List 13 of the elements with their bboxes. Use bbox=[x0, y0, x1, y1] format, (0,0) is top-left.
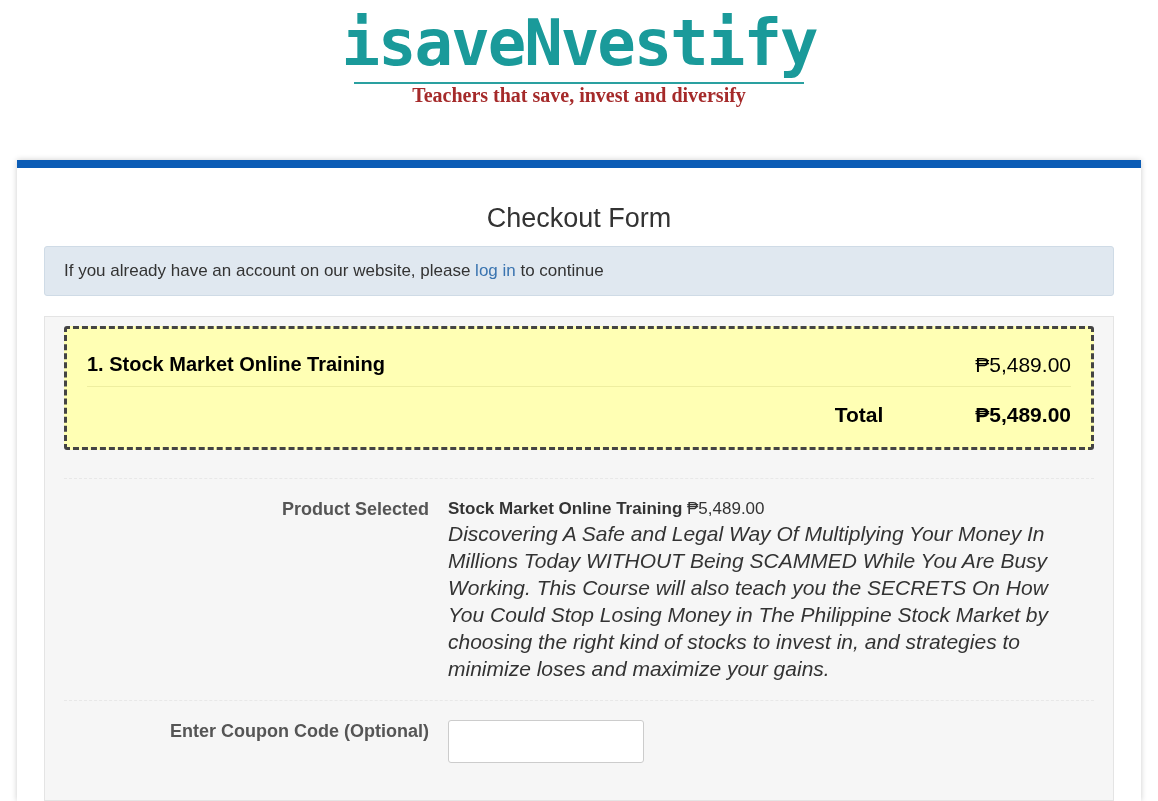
order-item-price: ₱5,489.00 bbox=[975, 351, 1071, 378]
coupon-code-field[interactable] bbox=[448, 719, 644, 763]
login-link[interactable]: log in bbox=[475, 261, 516, 280]
product-name: Stock Market Online Training ₱5,489.00 bbox=[448, 497, 766, 520]
order-item-name: 1. Stock Market Online Training bbox=[87, 351, 385, 377]
logo: isaveNvestify Teachers that save, invest and diversify bbox=[341, 8, 817, 109]
total-label: Total bbox=[834, 402, 884, 428]
product-description: Discovering A Safe and Legal Way Of Multiplying Your Money In Millions Today WITHOUT Being SCAMMED While You Are Busy Working. This Course will also teach you the SECRETS On How You Could Stop Losing Money in The Philippine Stock Market by choosing the right kind of stocks to invest in, and strategies to minimize loses and maximize your gains. bbox=[448, 520, 1050, 682]
form-title: Checkout Form bbox=[485, 202, 673, 234]
field-label: Enter Coupon Code (Optional) bbox=[169, 719, 429, 743]
login-notice: If you already have an account on our website, please log in to continue bbox=[44, 246, 1114, 296]
field-label: Product Selected bbox=[280, 497, 429, 521]
total-amount: ₱5,489.00 bbox=[975, 402, 1071, 428]
